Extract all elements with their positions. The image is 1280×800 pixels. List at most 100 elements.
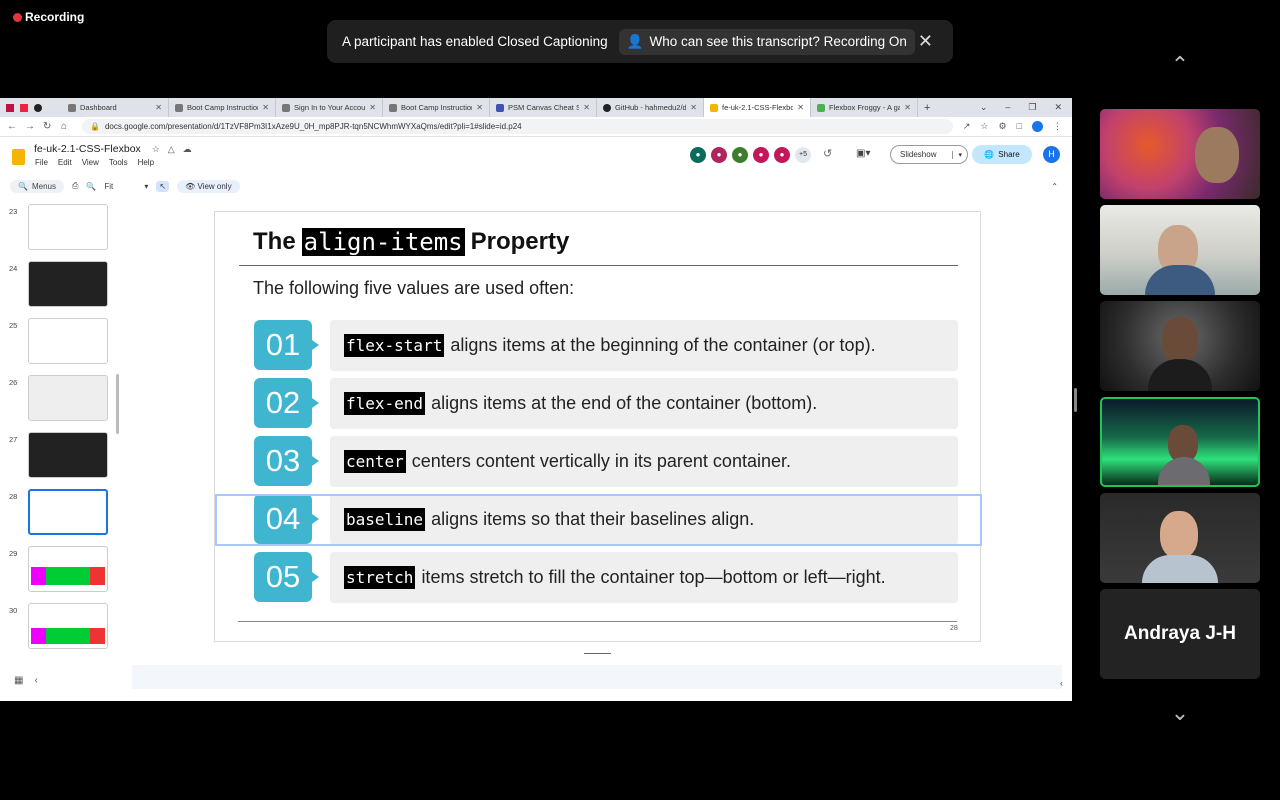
tab-close-icon[interactable]: ✕ xyxy=(583,103,590,112)
home-icon[interactable]: ⌂ xyxy=(61,121,72,132)
caption-message: A participant has enabled Closed Caption… xyxy=(342,34,608,49)
version-history-icon[interactable]: ↺ xyxy=(823,147,832,160)
tab-close-icon[interactable]: ✕ xyxy=(797,103,804,112)
menu-tools[interactable]: Tools xyxy=(109,158,128,167)
slides-logo-icon[interactable] xyxy=(12,149,25,165)
tab-favicon-icon xyxy=(282,103,290,112)
collapse-toolbar-icon[interactable]: ⌃ xyxy=(1051,182,1058,191)
collaborator-avatar[interactable]: ● xyxy=(711,147,727,163)
scroll-up-chevron-icon[interactable]: ⌃ xyxy=(1162,52,1198,78)
window-close-icon[interactable]: ✕ xyxy=(1054,102,1062,113)
meet-camera-icon[interactable]: ▣▾ xyxy=(856,148,870,159)
tab-label: Boot Camp Instruction xyxy=(401,103,473,112)
thumbnail-number: 28 xyxy=(9,492,18,501)
gmail-icon[interactable] xyxy=(6,103,14,112)
browser-tab[interactable]: Flexbox Froggy - A ga ✕ xyxy=(811,98,918,117)
participant-video-tile-active-speaker[interactable] xyxy=(1100,397,1260,487)
slide-thumbnail[interactable] xyxy=(28,204,108,250)
browser-tab[interactable]: Sign In to Your Accoun ✕ xyxy=(276,98,383,117)
sidebar-icon[interactable]: □ xyxy=(1017,121,1022,132)
slide-thumbnail-selected[interactable] xyxy=(28,489,108,535)
browser-tab[interactable]: PSM Canvas Cheat She ✕ xyxy=(490,98,597,117)
new-tab-icon[interactable]: + xyxy=(924,102,930,114)
bookmark-star-icon[interactable]: ☆ xyxy=(980,121,988,132)
extensions-icon[interactable]: ⚙ xyxy=(998,121,1006,132)
gitlab-icon[interactable] xyxy=(20,103,28,112)
participant-name-tile[interactable]: Andraya J-H xyxy=(1100,589,1260,679)
grid-view-icon[interactable]: ▦ ‹ xyxy=(14,675,38,686)
browser-tab[interactable]: Dashboard ✕ xyxy=(62,98,169,117)
menus-search[interactable]: 🔍 Menus xyxy=(10,179,64,193)
slide-thumbnail[interactable] xyxy=(28,603,108,649)
restore-icon[interactable]: ❐ xyxy=(1028,102,1036,113)
print-icon[interactable]: ⎙ xyxy=(72,181,78,191)
browser-tab[interactable]: Boot Camp Instruction ✕ xyxy=(383,98,490,117)
collaborator-avatar[interactable]: ● xyxy=(732,147,748,163)
collaborator-count[interactable]: +5 xyxy=(795,147,811,163)
slide-thumbnail[interactable] xyxy=(28,546,108,592)
tab-close-icon[interactable]: ✕ xyxy=(369,103,376,112)
transcript-visibility-button[interactable]: 👤 Who can see this transcript? Recording… xyxy=(618,28,915,55)
participant-video-tile[interactable] xyxy=(1100,109,1260,199)
zoom-select[interactable]: Fit xyxy=(104,182,136,191)
slide-thumbnail[interactable] xyxy=(28,432,108,478)
star-icon[interactable]: ☆ xyxy=(152,144,160,154)
reload-icon[interactable]: ↻ xyxy=(43,121,54,132)
document-title[interactable]: fe-uk-2.1-CSS-Flexbox ☆ △ ☁ xyxy=(34,143,192,155)
tab-close-icon[interactable]: ✕ xyxy=(904,103,911,112)
select-cursor-icon[interactable]: ↖ xyxy=(156,180,170,192)
menu-file[interactable]: File xyxy=(35,158,48,167)
view-only-label: View only xyxy=(197,181,232,191)
slide-thumbnail[interactable] xyxy=(28,318,108,364)
scroll-down-chevron-icon[interactable]: ⌄ xyxy=(1162,700,1198,726)
panel-resize-handle[interactable] xyxy=(1074,388,1077,412)
participant-video-tile[interactable] xyxy=(1100,301,1260,391)
slide-thumbnail[interactable] xyxy=(28,261,108,307)
tab-label: GitHub - hahmedu2/d xyxy=(615,103,687,112)
close-banner-icon[interactable]: ✕ xyxy=(918,31,933,52)
tab-close-icon[interactable]: ✕ xyxy=(690,103,697,112)
participant-video-tile[interactable] xyxy=(1100,493,1260,583)
side-panel-toggle-icon[interactable]: ‹ xyxy=(1060,678,1063,688)
forward-icon[interactable]: → xyxy=(25,121,36,132)
speaker-notes-area[interactable] xyxy=(132,665,1062,689)
slide-thumbnail[interactable] xyxy=(28,375,108,421)
menu-help[interactable]: Help xyxy=(138,158,154,167)
browser-menu-icon[interactable]: ⋮ xyxy=(1053,121,1062,132)
slideshow-button[interactable]: Slideshow ▾ xyxy=(890,145,968,164)
view-only-badge[interactable]: 👁 View only xyxy=(177,179,240,193)
browser-tab-active[interactable]: fe-uk-2.1-CSS-Flexbox ✕ xyxy=(704,98,811,117)
tab-label: Boot Camp Instruction xyxy=(187,103,259,112)
collaborator-avatar[interactable]: ● xyxy=(753,147,769,163)
github-icon[interactable] xyxy=(34,103,42,112)
browser-tab[interactable]: Boot Camp Instruction ✕ xyxy=(169,98,276,117)
move-folder-icon[interactable]: △ xyxy=(168,144,175,154)
participant-video-tile[interactable] xyxy=(1100,205,1260,295)
item-text: aligns items at the end of the container… xyxy=(431,393,818,413)
menu-view[interactable]: View xyxy=(82,158,99,167)
tab-close-icon[interactable]: ✕ xyxy=(155,103,162,112)
tab-search-icon[interactable]: ⌄ xyxy=(980,102,988,113)
collaborator-avatar[interactable]: ● xyxy=(774,147,790,163)
zoom-icon[interactable]: 🔍 xyxy=(86,182,96,191)
pinned-tabs xyxy=(0,103,62,112)
collaborator-avatar[interactable]: ● xyxy=(690,147,706,163)
minimize-icon[interactable]: – xyxy=(1005,102,1010,113)
zoom-dropdown-icon[interactable]: ▾ xyxy=(144,182,148,191)
share-button[interactable]: 🌐 Share xyxy=(972,145,1032,164)
back-icon[interactable]: ← xyxy=(7,121,18,132)
tab-close-icon[interactable]: ✕ xyxy=(262,103,269,112)
browser-tab[interactable]: GitHub - hahmedu2/d ✕ xyxy=(597,98,704,117)
docs-toolbar: 🔍 Menus ⎙ 🔍 Fit ▾ ↖ 👁 View only ⌃ xyxy=(10,177,1062,195)
speaker-notes-handle[interactable] xyxy=(584,653,611,654)
tab-close-icon[interactable]: ✕ xyxy=(476,103,483,112)
url-field[interactable]: 🔒 docs.google.com/presentation/d/1TzVF8P… xyxy=(82,119,953,134)
browser-profile-avatar[interactable] xyxy=(1032,121,1043,132)
tab-label: fe-uk-2.1-CSS-Flexbox xyxy=(722,103,794,112)
list-item: stretch items stretch to fill the contai… xyxy=(330,552,958,603)
thumbnail-scrollbar[interactable] xyxy=(116,374,119,434)
share-page-icon[interactable]: ↗ xyxy=(963,121,971,132)
menu-edit[interactable]: Edit xyxy=(58,158,72,167)
slideshow-dropdown-icon[interactable]: ▾ xyxy=(952,150,967,159)
account-avatar[interactable]: H xyxy=(1043,146,1060,163)
